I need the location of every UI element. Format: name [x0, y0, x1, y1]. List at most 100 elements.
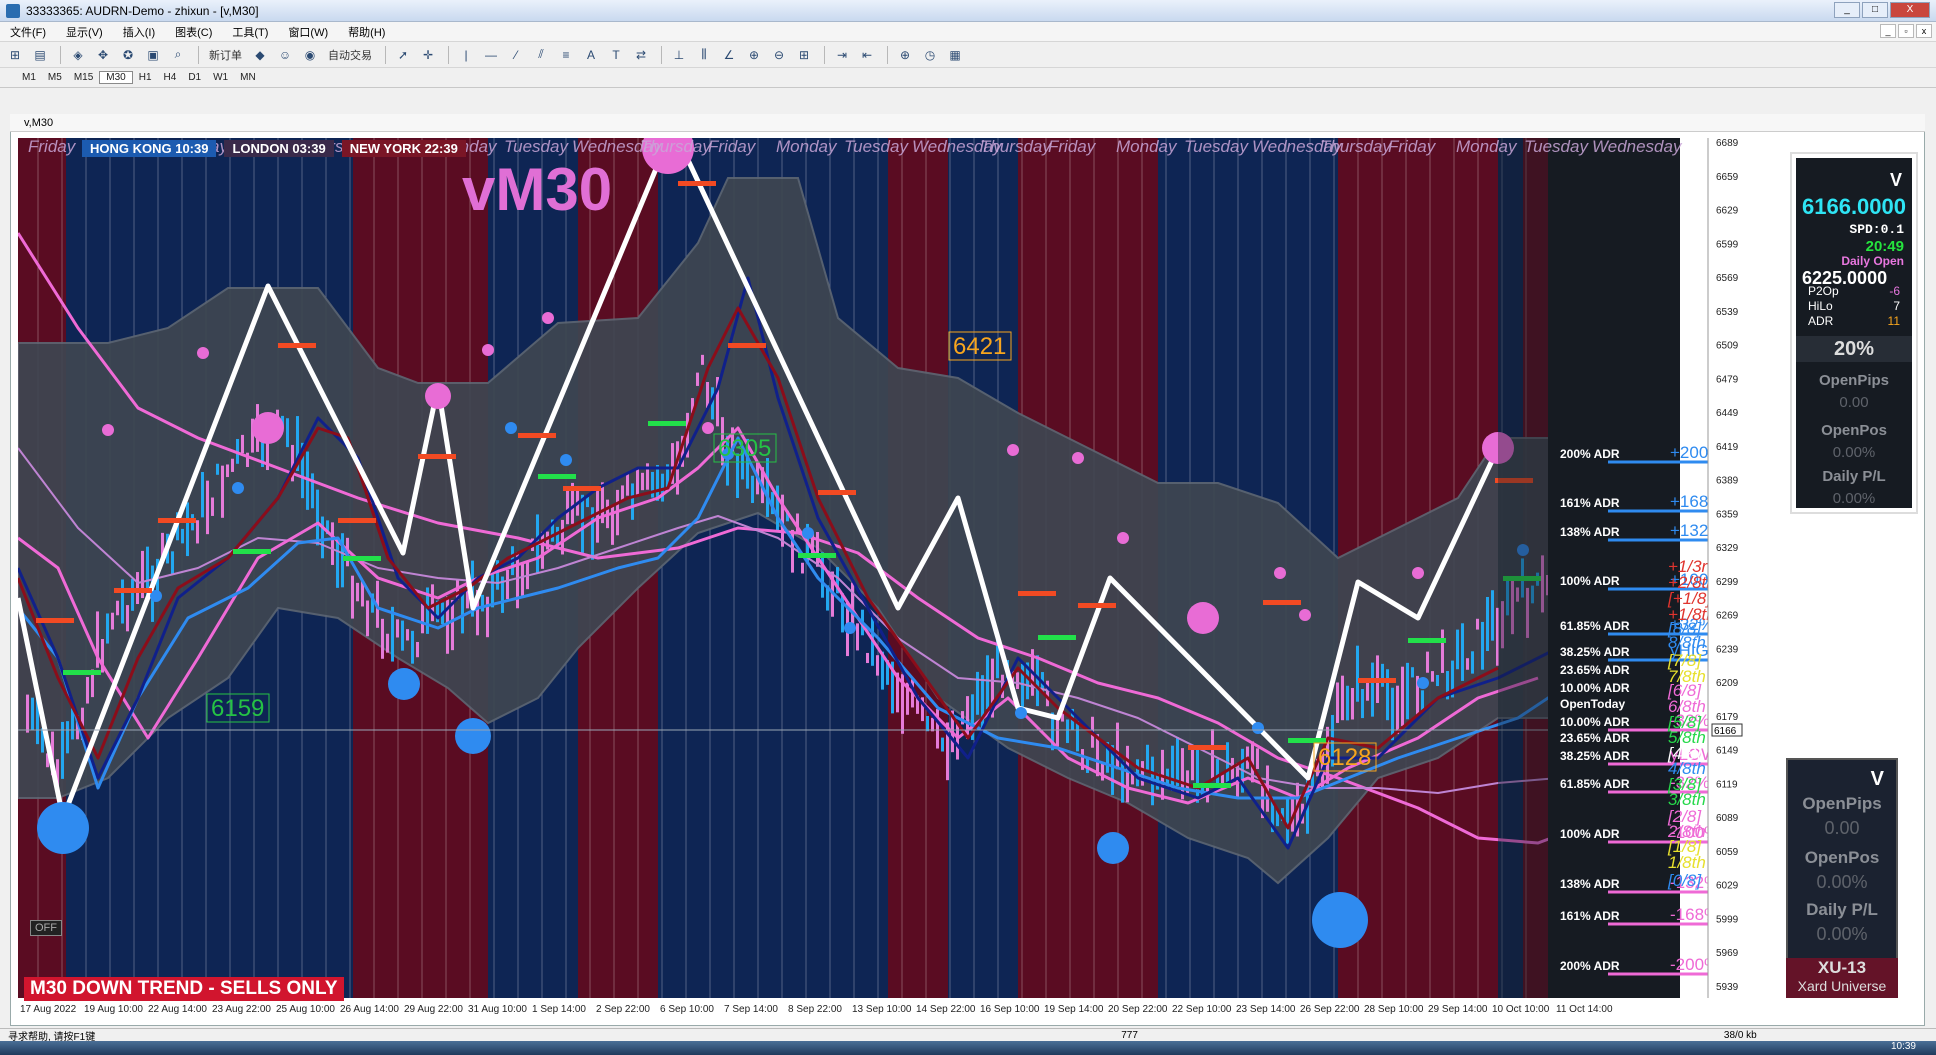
candle: [926, 715, 929, 732]
adr-level-label: OpenToday: [1560, 697, 1625, 711]
signal-dash: [114, 588, 152, 593]
auto-trading-button[interactable]: 自动交易: [324, 45, 376, 65]
tf-m30[interactable]: M30: [99, 71, 133, 84]
tf-m15[interactable]: M15: [68, 72, 99, 83]
fibonacci-icon[interactable]: ≡: [555, 45, 577, 65]
day-label: Friday: [708, 138, 757, 156]
tf-mn[interactable]: MN: [234, 72, 262, 83]
time-tick: 25 Aug 10:00: [276, 1004, 335, 1015]
adr-row: ADR 11: [1808, 314, 1900, 328]
day-label: Tuesday: [844, 138, 909, 156]
metaeditor-icon[interactable]: ◆: [249, 45, 271, 65]
mdi-minimize-button[interactable]: _: [1880, 24, 1896, 38]
maximize-button[interactable]: □: [1862, 2, 1888, 18]
arrows-icon[interactable]: ⇄: [630, 45, 652, 65]
window-controls: _ □ X: [1834, 2, 1930, 18]
day-label: Wednesday: [1592, 138, 1683, 156]
signal-dash: [538, 474, 576, 479]
toolbar-separator: [198, 45, 199, 64]
templates-icon[interactable]: ▦: [944, 45, 966, 65]
trendline-icon[interactable]: ⁄: [505, 45, 527, 65]
tf-d1[interactable]: D1: [182, 72, 207, 83]
channel-icon[interactable]: ⫽: [530, 45, 552, 65]
price-tick: 5969: [1716, 948, 1739, 959]
candle: [856, 623, 859, 651]
candle: [821, 552, 824, 598]
candle: [1456, 629, 1459, 670]
day-label: Tuesday: [1184, 138, 1249, 156]
openpos-value: 0.00%: [1832, 444, 1876, 461]
candle: [1126, 745, 1129, 803]
signals-icon[interactable]: ◉: [299, 45, 321, 65]
chart-area[interactable]: 6421 6305 6159 6128 200% ADR +200% 161% ADR +1…: [18, 138, 1898, 1022]
adr-level-label: 38.25% ADR: [1560, 749, 1630, 763]
swing-dot: [1015, 707, 1027, 719]
candlestick-icon[interactable]: ⫼: [693, 45, 715, 65]
info-panel-body: V 6166.0000 SPD:0.1 20:49 Daily Open 622…: [1796, 158, 1912, 508]
candle: [131, 578, 134, 611]
text-label-icon[interactable]: T: [605, 45, 627, 65]
menu-view[interactable]: 显示(V): [56, 24, 113, 40]
cursor-icon[interactable]: ➚: [392, 45, 414, 65]
candle: [976, 671, 979, 715]
mdi-restore-button[interactable]: ▫: [1898, 24, 1914, 38]
strategy-tester-icon[interactable]: ⌕: [167, 45, 189, 65]
new-chart-icon[interactable]: ⊞: [4, 45, 26, 65]
minimize-button[interactable]: _: [1834, 2, 1860, 18]
market-watch-icon[interactable]: ◈: [67, 45, 89, 65]
periods-icon[interactable]: ◷: [919, 45, 941, 65]
bar-chart-icon[interactable]: ⊥: [668, 45, 690, 65]
menu-file[interactable]: 文件(F): [0, 24, 56, 40]
session-hongkong: HONG KONG 10:39: [82, 140, 217, 157]
adr-level-label: 161% ADR: [1560, 496, 1620, 510]
close-button[interactable]: X: [1890, 2, 1930, 18]
signal-dash: [1288, 738, 1326, 743]
candle: [1371, 662, 1374, 717]
candle: [1076, 721, 1079, 752]
tf-m5[interactable]: M5: [42, 72, 68, 83]
off-button[interactable]: OFF: [30, 920, 62, 936]
line-chart-icon[interactable]: ∠: [718, 45, 740, 65]
chart-svg[interactable]: 6421630561596128 200% ADR +200%161% ADR +1…: [18, 138, 1898, 1022]
swing-dot: [1072, 452, 1084, 464]
time-tick: 22 Sep 10:00: [1172, 1004, 1232, 1015]
mdi-close-button[interactable]: x: [1916, 24, 1932, 38]
adr-percent: 20%: [1796, 336, 1912, 362]
terminal-icon[interactable]: ▣: [142, 45, 164, 65]
navigator-icon[interactable]: ✪: [117, 45, 139, 65]
menu-window[interactable]: 窗口(W): [278, 24, 338, 40]
tf-h1[interactable]: H1: [133, 72, 158, 83]
chart-shift-icon[interactable]: ⇤: [856, 45, 878, 65]
indicators-icon[interactable]: ⊕: [894, 45, 916, 65]
zoom-out-icon[interactable]: ⊖: [768, 45, 790, 65]
signal-dash: [678, 181, 716, 186]
candle: [1056, 718, 1059, 747]
menu-insert[interactable]: 插入(I): [113, 24, 165, 40]
candle: [216, 463, 219, 475]
tf-h4[interactable]: H4: [158, 72, 183, 83]
signal-dash: [728, 343, 766, 348]
candle: [1196, 745, 1199, 803]
experts-icon[interactable]: ☺: [274, 45, 296, 65]
zoom-in-icon[interactable]: ⊕: [743, 45, 765, 65]
horizontal-line-icon[interactable]: —: [480, 45, 502, 65]
menu-tools[interactable]: 工具(T): [222, 24, 278, 40]
tile-windows-icon[interactable]: ⊞: [793, 45, 815, 65]
candle: [321, 516, 324, 559]
menu-charts[interactable]: 图表(C): [165, 24, 222, 40]
price-tag-p6128: 6128: [1318, 744, 1371, 771]
new-order-button[interactable]: 新订单: [205, 45, 246, 65]
text-icon[interactable]: A: [580, 45, 602, 65]
profiles-icon[interactable]: ▤: [29, 45, 51, 65]
tf-m1[interactable]: M1: [16, 72, 42, 83]
candle: [1016, 672, 1019, 690]
crosshair-icon[interactable]: ✛: [417, 45, 439, 65]
vertical-line-icon[interactable]: |: [455, 45, 477, 65]
data-window-icon[interactable]: ✥: [92, 45, 114, 65]
autoscroll-icon[interactable]: ⇥: [831, 45, 853, 65]
candle: [316, 489, 319, 546]
menu-help[interactable]: 帮助(H): [338, 24, 395, 40]
pivot-marker: [425, 383, 451, 409]
tf-w1[interactable]: W1: [207, 72, 234, 83]
time-tick: 23 Aug 22:00: [212, 1004, 271, 1015]
